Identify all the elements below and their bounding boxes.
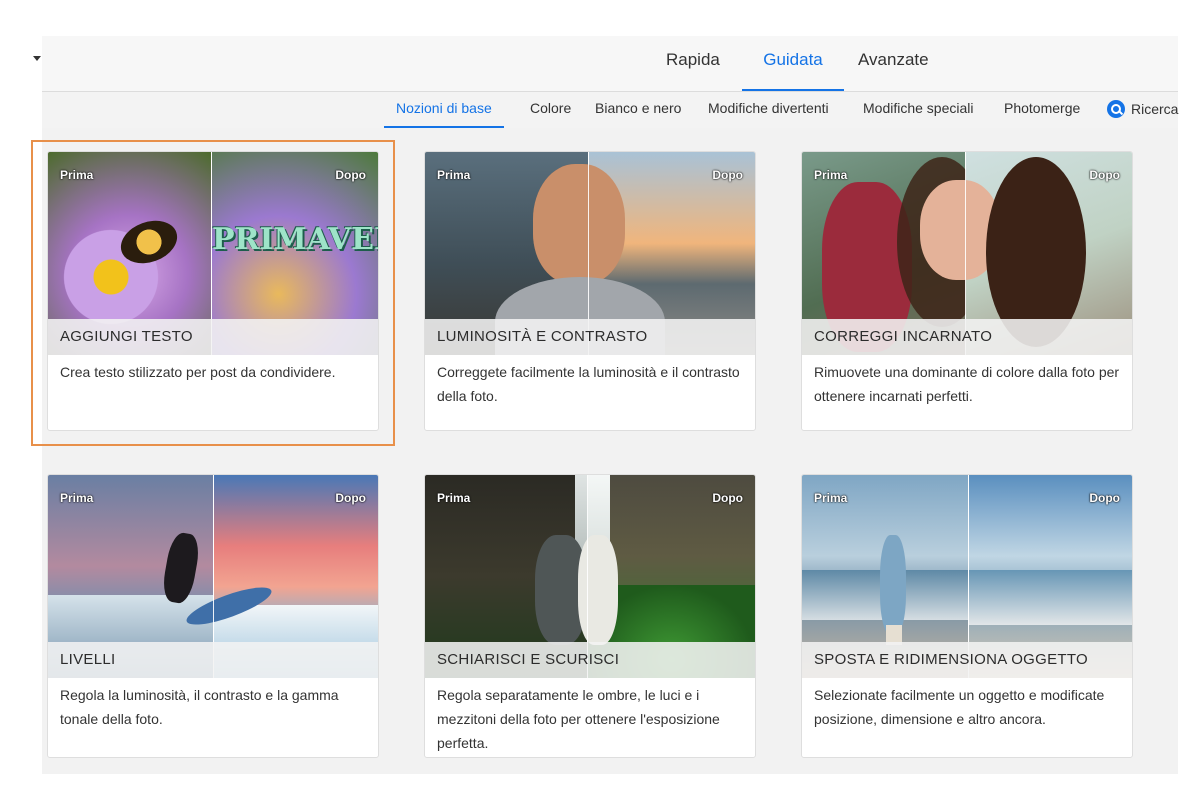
badge-prima: Prima <box>814 168 848 182</box>
card-description: Regola la luminosità, il contrasto e la … <box>60 687 339 727</box>
card-title-band: LUMINOSITÀ E CONTRASTO <box>425 319 755 355</box>
tab-modifiche-speciali[interactable]: Modifiche speciali <box>863 100 974 126</box>
badge-prima: Prima <box>60 168 94 182</box>
card-title: SCHIARISCI E SCURISCI <box>437 651 620 668</box>
badge-dopo: Dopo <box>335 491 366 505</box>
chevron-down-icon[interactable] <box>33 56 41 61</box>
card-description: Selezionate facilmente un oggetto e modi… <box>814 687 1105 727</box>
badge-prima: Prima <box>437 491 471 505</box>
tab-photomerge[interactable]: Photomerge <box>1004 100 1080 126</box>
card-correggi-incarnato[interactable]: Prima Dopo CORREGGI INCARNATO Rimuovete … <box>801 151 1133 431</box>
card-description: Correggete facilmente la luminosità e il… <box>437 364 740 404</box>
tab-ricerca[interactable]: Ricerca <box>1107 100 1178 126</box>
badge-dopo: Dopo <box>1089 168 1120 182</box>
card-title: AGGIUNGI TESTO <box>60 328 193 345</box>
badge-prima: Prima <box>60 491 94 505</box>
tab-guidata[interactable]: Guidata <box>742 49 844 91</box>
card-livelli[interactable]: Prima Dopo LIVELLI Regola la luminosità,… <box>47 474 379 758</box>
search-icon <box>1107 100 1125 118</box>
card-luminosita-e-contrasto[interactable]: Prima Dopo LUMINOSITÀ E CONTRASTO Correg… <box>424 151 756 431</box>
card-title-band: CORREGGI INCARNATO <box>802 319 1132 355</box>
tab-modifiche-divertenti[interactable]: Modifiche divertenti <box>708 100 829 126</box>
tab-ricerca-label: Ricerca <box>1131 101 1179 117</box>
badge-dopo: Dopo <box>712 491 743 505</box>
card-description: Regola separatamente le ombre, le luci e… <box>437 687 720 751</box>
card-title: CORREGGI INCARNATO <box>814 328 993 345</box>
card-description: Rimuovete una dominante di colore dalla … <box>814 364 1120 404</box>
card-aggiungi-testo[interactable]: PRIMAVERA Prima Dopo AGGIUNGI TESTO Crea… <box>47 151 379 431</box>
badge-dopo: Dopo <box>335 168 366 182</box>
badge-prima: Prima <box>814 491 848 505</box>
badge-dopo: Dopo <box>1089 491 1120 505</box>
mode-bar: Rapida Guidata Avanzate <box>42 36 1178 92</box>
card-sposta-e-ridimensiona-oggetto[interactable]: Prima Dopo SPOSTA E RIDIMENSIONA OGGETTO… <box>801 474 1133 758</box>
category-bar: Nozioni di base Colore Bianco e nero Mod… <box>42 92 1178 129</box>
card-title-band: LIVELLI <box>48 642 378 678</box>
badge-dopo: Dopo <box>712 168 743 182</box>
card-thumbnail: Prima Dopo LIVELLI <box>48 475 378 678</box>
badge-prima: Prima <box>437 168 471 182</box>
tab-avanzate[interactable]: Avanzate <box>858 49 929 89</box>
tab-nozioni-di-base[interactable]: Nozioni di base <box>384 100 504 128</box>
card-schiarisci-e-scurisci[interactable]: Prima Dopo SCHIARISCI E SCURISCI Regola … <box>424 474 756 758</box>
card-title: SPOSTA E RIDIMENSIONA OGGETTO <box>814 651 1089 668</box>
card-title-band: SCHIARISCI E SCURISCI <box>425 642 755 678</box>
overlay-text: PRIMAVERA <box>212 222 378 257</box>
card-title: LIVELLI <box>60 651 116 668</box>
card-thumbnail: Prima Dopo CORREGGI INCARNATO <box>802 152 1132 355</box>
card-thumbnail: Prima Dopo SCHIARISCI E SCURISCI <box>425 475 755 678</box>
tab-colore[interactable]: Colore <box>530 100 571 126</box>
tab-bianco-e-nero[interactable]: Bianco e nero <box>595 100 681 126</box>
card-description: Crea testo stilizzato per post da condiv… <box>60 364 336 380</box>
card-thumbnail: Prima Dopo SPOSTA E RIDIMENSIONA OGGETTO <box>802 475 1132 678</box>
card-title: LUMINOSITÀ E CONTRASTO <box>437 328 648 345</box>
card-thumbnail: PRIMAVERA Prima Dopo AGGIUNGI TESTO <box>48 152 378 355</box>
card-thumbnail: Prima Dopo LUMINOSITÀ E CONTRASTO <box>425 152 755 355</box>
card-title-band: AGGIUNGI TESTO <box>48 319 378 355</box>
card-title-band: SPOSTA E RIDIMENSIONA OGGETTO <box>802 642 1132 678</box>
tab-rapida[interactable]: Rapida <box>666 49 720 89</box>
